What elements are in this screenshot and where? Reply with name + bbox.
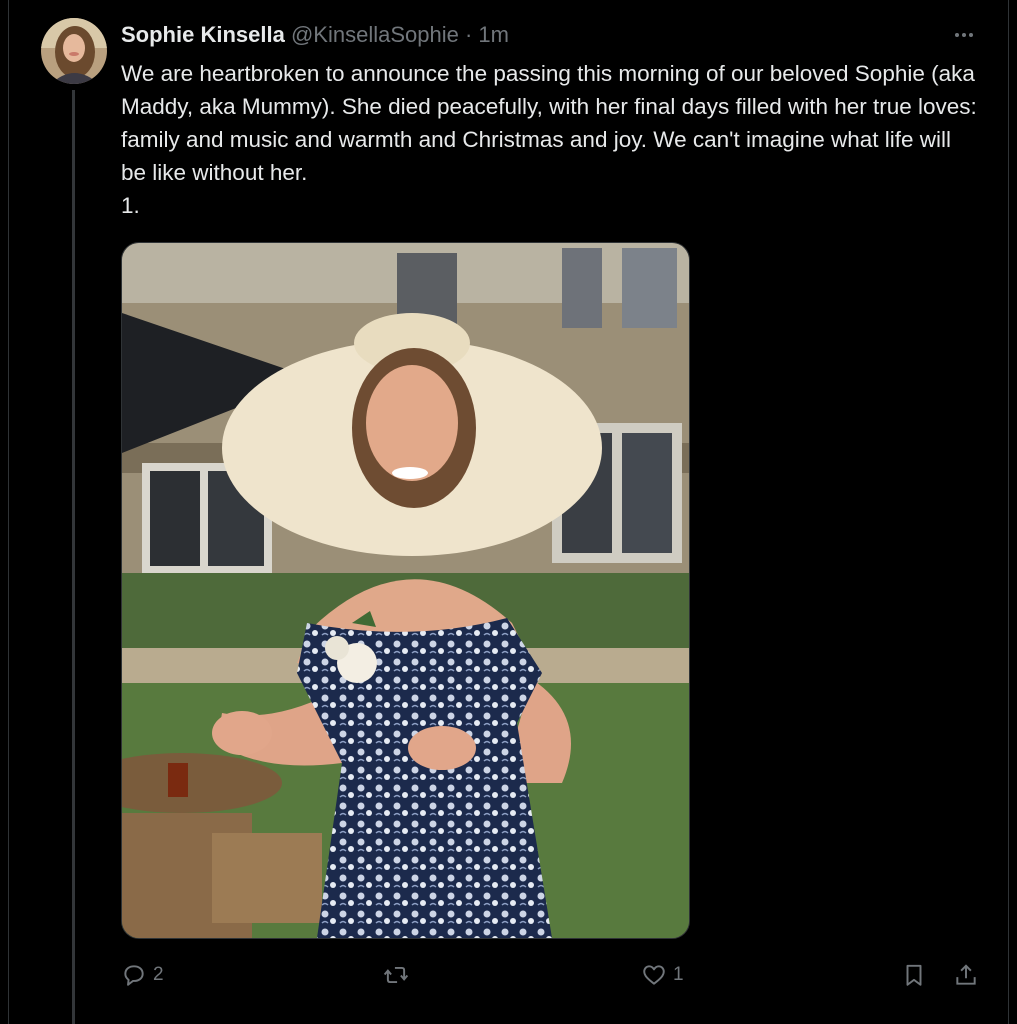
tweet-view: Sophie Kinsella @KinsellaSophie · 1m We … — [0, 0, 1017, 1024]
tweet-header: Sophie Kinsella @KinsellaSophie · 1m — [121, 22, 509, 48]
like-button[interactable]: 1 — [641, 958, 684, 992]
display-name[interactable]: Sophie Kinsella — [121, 22, 285, 47]
bookmark-icon — [906, 964, 922, 986]
share-icon — [956, 964, 976, 985]
like-count: 1 — [673, 964, 684, 985]
avatar[interactable] — [41, 18, 107, 84]
more-horizontal-icon — [955, 33, 973, 37]
reply-icon — [124, 965, 144, 986]
thread-connector-line — [72, 90, 75, 1024]
tweet-actions: 2 1 — [121, 958, 991, 992]
more-options-button[interactable] — [951, 22, 977, 48]
separator-dot: · — [464, 22, 473, 47]
timestamp[interactable]: 1m — [478, 22, 509, 47]
reply-count: 2 — [153, 964, 164, 985]
heart-icon — [643, 965, 665, 985]
photo-image — [122, 243, 689, 938]
tweet-text: We are heartbroken to announce the passi… — [121, 61, 977, 218]
tweet-photo[interactable] — [121, 242, 690, 939]
repost-icon — [383, 966, 409, 984]
share-button[interactable] — [953, 958, 979, 992]
user-handle[interactable]: @KinsellaSophie — [291, 22, 459, 47]
bookmark-button[interactable] — [901, 958, 927, 992]
reply-button[interactable]: 2 — [121, 958, 164, 992]
repost-button[interactable] — [383, 958, 415, 992]
